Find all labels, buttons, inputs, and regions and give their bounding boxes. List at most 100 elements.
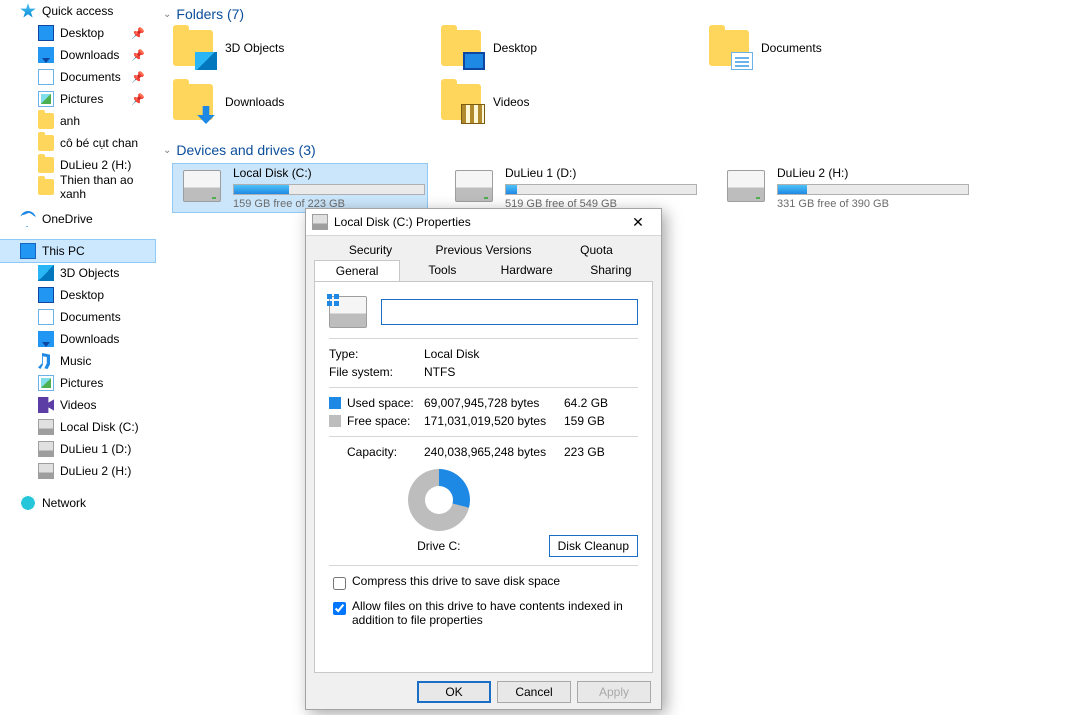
folder-item-3dobjects[interactable]: 3D Objects <box>173 28 423 68</box>
sidebar-item-label: Local Disk (C:) <box>60 420 139 434</box>
drive-icon <box>455 170 493 202</box>
sidebar-item-drive-d[interactable]: DuLieu 1 (D:) <box>0 438 155 460</box>
drive-icon <box>312 214 328 230</box>
sidebar-this-pc[interactable]: This PC <box>0 240 155 262</box>
tab-general[interactable]: General <box>314 260 400 281</box>
filesystem-label: File system: <box>329 365 424 379</box>
sidebar-item-documents2[interactable]: Documents <box>0 306 155 328</box>
free-swatch-icon <box>329 415 341 427</box>
chevron-down-icon: ⌄ <box>163 9 171 20</box>
pin-icon: 📌 <box>131 71 145 84</box>
3d-icon <box>38 265 54 281</box>
sidebar-network[interactable]: Network <box>0 492 155 514</box>
downloads-icon <box>38 47 54 63</box>
sidebar-item-label: This PC <box>42 244 85 258</box>
usage-donut-chart <box>408 469 470 531</box>
drives-section-header[interactable]: ⌄ Devices and drives (3) <box>163 142 1085 158</box>
sidebar-item-downloads[interactable]: Downloads 📌 <box>0 44 155 66</box>
section-header-label: Folders (7) <box>176 6 244 22</box>
pin-icon: 📌 <box>131 93 145 106</box>
used-swatch-icon <box>329 397 341 409</box>
drive-item-c[interactable]: Local Disk (C:) 159 GB free of 223 GB <box>173 164 427 212</box>
downloads-icon <box>38 331 54 347</box>
folder-item-downloads[interactable]: Downloads <box>173 82 423 122</box>
star-icon <box>20 3 36 19</box>
folder-icon <box>38 113 54 129</box>
sidebar-item-label: DuLieu 2 (H:) <box>60 464 131 478</box>
sidebar-item-downloads2[interactable]: Downloads <box>0 328 155 350</box>
sidebar-item-label: Desktop <box>60 288 104 302</box>
sidebar-item-desktop2[interactable]: Desktop <box>0 284 155 306</box>
sidebar-item-label: 3D Objects <box>60 266 119 280</box>
drive-icon <box>329 296 367 328</box>
filesystem-value: NTFS <box>424 365 624 379</box>
drive-item-h[interactable]: DuLieu 2 (H:) 331 GB free of 390 GB <box>717 164 971 212</box>
section-header-label: Devices and drives (3) <box>176 142 315 158</box>
free-space-bytes: 171,031,019,520 bytes <box>424 414 564 428</box>
sidebar-item-label: Thien than ao xanh <box>60 173 155 201</box>
tab-sharing[interactable]: Sharing <box>569 260 653 281</box>
onedrive-icon <box>20 211 36 227</box>
sidebar-item-label: Desktop <box>60 26 104 40</box>
sidebar-item-drive-h[interactable]: DuLieu 2 (H:) <box>0 460 155 482</box>
tab-security[interactable]: Security <box>314 240 427 260</box>
cancel-button[interactable]: Cancel <box>497 681 571 703</box>
used-space-label: Used space: <box>329 396 424 410</box>
free-space-gb: 159 GB <box>564 414 624 428</box>
sidebar-label: Quick access <box>42 4 113 18</box>
sidebar-quick-access[interactable]: Quick access <box>0 0 155 22</box>
drive-item-label: DuLieu 1 (D:) <box>505 166 697 180</box>
donut-label: Drive C: <box>329 539 549 553</box>
desktop-icon <box>38 287 54 303</box>
sidebar-onedrive[interactable]: OneDrive <box>0 208 155 230</box>
sidebar-item-label: Downloads <box>60 332 119 346</box>
capacity-bytes: 240,038,965,248 bytes <box>424 445 564 459</box>
tab-hardware[interactable]: Hardware <box>485 260 569 281</box>
sidebar-item-label: Pictures <box>60 376 103 390</box>
folder-item-desktop[interactable]: Desktop <box>441 28 691 68</box>
drive-icon <box>38 419 54 435</box>
apply-button[interactable]: Apply <box>577 681 651 703</box>
sidebar-item-drive-c[interactable]: Local Disk (C:) <box>0 416 155 438</box>
sidebar-item-label: cô bé cụt chan <box>60 136 138 150</box>
folder-icon <box>38 157 54 173</box>
sidebar-item-label: Documents <box>60 70 121 84</box>
sidebar-item-pictures[interactable]: Pictures 📌 <box>0 88 155 110</box>
network-icon <box>20 495 36 511</box>
documents-icon <box>38 309 54 325</box>
free-space-label: Free space: <box>329 414 424 428</box>
sidebar-item-3dobjects[interactable]: 3D Objects <box>0 262 155 284</box>
drive-icon <box>183 170 221 202</box>
folders-section-header[interactable]: ⌄ Folders (7) <box>163 6 1085 22</box>
sidebar-item-label: DuLieu 2 (H:) <box>60 158 131 172</box>
folder-item-videos[interactable]: Videos <box>441 82 691 122</box>
used-space-bytes: 69,007,945,728 bytes <box>424 396 564 410</box>
index-label: Allow files on this drive to have conten… <box>352 599 638 627</box>
drive-icon <box>727 170 765 202</box>
videos-icon <box>38 397 54 413</box>
sidebar-item-pictures2[interactable]: Pictures <box>0 372 155 394</box>
sidebar-item-thienthan[interactable]: Thien than ao xanh <box>0 176 155 198</box>
sidebar-item-anh[interactable]: anh <box>0 110 155 132</box>
music-icon <box>38 353 54 369</box>
disk-cleanup-button[interactable]: Disk Cleanup <box>549 535 638 557</box>
folder-item-label: Desktop <box>493 41 537 55</box>
sidebar-item-desktop[interactable]: Desktop 📌 <box>0 22 155 44</box>
close-button[interactable]: ✕ <box>621 212 655 232</box>
sidebar-item-music[interactable]: Music <box>0 350 155 372</box>
tab-previous-versions[interactable]: Previous Versions <box>427 240 540 260</box>
tab-quota[interactable]: Quota <box>540 240 653 260</box>
ok-button[interactable]: OK <box>417 681 491 703</box>
dialog-titlebar[interactable]: Local Disk (C:) Properties ✕ <box>306 209 661 236</box>
folder-item-documents[interactable]: Documents <box>709 28 959 68</box>
drive-item-label: Local Disk (C:) <box>233 166 425 180</box>
compress-checkbox[interactable] <box>333 577 346 590</box>
drive-name-input[interactable] <box>381 299 638 325</box>
tab-tools[interactable]: Tools <box>400 260 484 281</box>
drive-item-d[interactable]: DuLieu 1 (D:) 519 GB free of 549 GB <box>445 164 699 212</box>
index-checkbox[interactable] <box>333 602 346 615</box>
sidebar-item-videos[interactable]: Videos <box>0 394 155 416</box>
sidebar-item-documents[interactable]: Documents 📌 <box>0 66 155 88</box>
dialog-button-bar: OK Cancel Apply <box>306 673 661 703</box>
sidebar-item-cobe[interactable]: cô bé cụt chan <box>0 132 155 154</box>
